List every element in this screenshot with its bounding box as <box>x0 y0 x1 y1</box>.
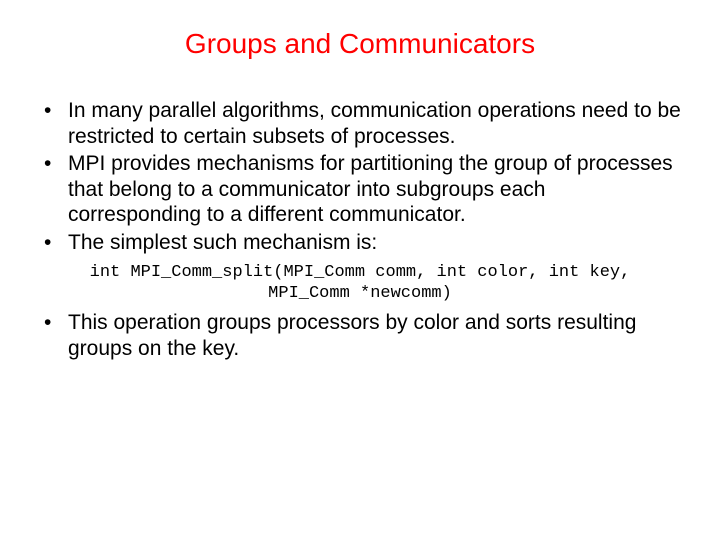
code-block: int MPI_Comm_split(MPI_Comm comm, int co… <box>30 262 690 305</box>
slide-title: Groups and Communicators <box>30 28 690 60</box>
slide: Groups and Communicators In many paralle… <box>0 0 720 540</box>
bullet-item: In many parallel algorithms, communicati… <box>40 98 682 149</box>
bullet-item: MPI provides mechanisms for partitioning… <box>40 151 682 228</box>
bullet-item: The simplest such mechanism is: <box>40 230 682 256</box>
bullet-item: This operation groups processors by colo… <box>40 310 682 361</box>
bullet-list: This operation groups processors by colo… <box>30 310 690 361</box>
code-line: MPI_Comm *newcomm) <box>268 284 452 303</box>
code-line: int MPI_Comm_split(MPI_Comm comm, int co… <box>90 263 631 282</box>
bullet-list: In many parallel algorithms, communicati… <box>30 98 690 256</box>
